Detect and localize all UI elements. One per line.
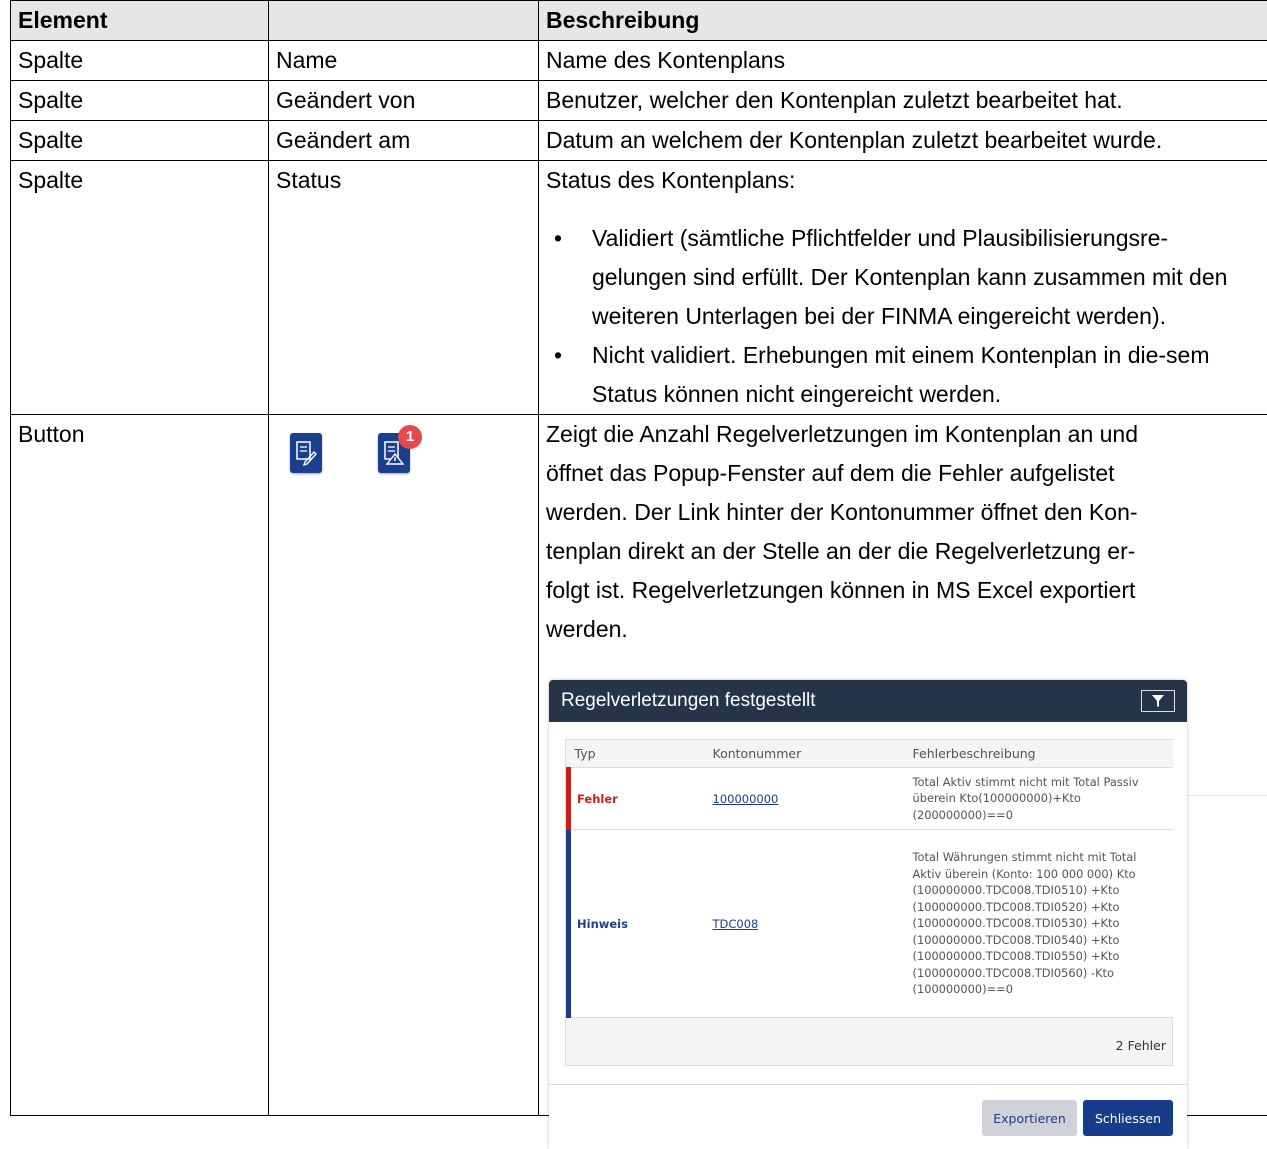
desc-line: (100000000.TDC008.TDI0560) -Kto [912,965,1115,980]
desc-line: (100000000.TDC008.TDI0540) +Kto [912,932,1120,947]
dialog-footer: Exportieren Schliessen [549,1084,1187,1149]
desc-line: (100000000)==0 [912,982,1013,997]
desc-line: tenplan direkt an der Stelle an der die … [546,538,1136,564]
report-warning-icon[interactable]: 1 [378,425,422,473]
row-name: Name [268,40,539,81]
close-button[interactable]: Schliessen [1083,1100,1173,1136]
violation-account: TDC008 [706,829,907,1018]
status-intro: Status des Kontenplans: [546,167,796,193]
desc-line: werden. Der Link hinter der Kontonummer … [546,499,1138,525]
violation-type: Fehler [566,767,707,830]
desc-line: (100000000.TDC008.TDI0520) +Kto [912,899,1120,914]
header-name [268,0,539,41]
violation-description: Total Aktiv stimmt nicht mit Total Passi… [906,767,1173,830]
row-description: Benutzer, welcher den Kontenplan zuletzt… [538,80,1267,121]
table-row: Spalte Geändert am Datum an welchem der … [10,120,1267,161]
col-kontonummer: Kontonummer [706,740,907,768]
col-fehlerbeschreibung: Fehlerbeschreibung [906,740,1173,768]
dialog-header: Regelverletzungen festgestellt [549,680,1187,722]
col-typ: Typ [568,740,707,768]
desc-line: folgt ist. Regelverletzungen können in M… [546,577,1136,603]
header-element: Element [10,0,269,41]
table-row: Spalte Status Status des Kontenplans: Va… [10,160,1267,415]
row-description: Status des Kontenplans: Validiert (sämtl… [538,160,1267,415]
desc-line: Total Aktiv stimmt nicht mit Total Passi… [912,774,1139,789]
dialog-title: Regelverletzungen festgestellt [561,690,816,711]
row-description: Name des Kontenplans [538,40,1267,81]
account-link[interactable]: 100000000 [713,792,779,806]
desc-line: (200000000)==0 [912,807,1013,822]
header-beschreibung: Beschreibung [538,0,1267,41]
error-count: 2 Fehler [1115,1038,1166,1053]
desc-line: Zeigt die Anzahl Regelverletzungen im Ko… [546,421,1139,447]
desc-line: (100000000.TDC008.TDI0510) +Kto [912,883,1120,898]
background-divider [1187,795,1267,796]
account-link[interactable]: TDC008 [713,917,759,931]
desc-line: werden. [546,616,628,642]
desc-line: Aktiv überein (Konto: 100 000 000) Kto [912,866,1136,881]
status-bullet-nicht-validiert: Nicht validiert. Erhebungen mit einem Ko… [554,336,1260,414]
desc-line: öffnet das Popup-Fenster auf dem die Feh… [546,460,1115,486]
button-description: Zeigt die Anzahl Regelverletzungen im Ko… [546,415,1260,649]
desc-line: Total Währungen stimmt nicht mit Total [912,850,1137,865]
violations-table: Typ Kontonummer Fehlerbeschreibung Fehle… [566,740,1173,1018]
violations-panel: Typ Kontonummer Fehlerbeschreibung Fehle… [565,739,1173,1066]
violation-description: Total Währungen stimmt nicht mit Total A… [906,829,1173,1018]
filter-icon [1152,695,1164,707]
table-row: Spalte Name Name des Kontenplans [10,40,1267,81]
row-element: Button [10,414,269,1116]
report-edit-icon[interactable] [290,433,322,473]
row-name: Geändert von [268,80,539,121]
table-header-row: Element Beschreibung [10,0,1267,41]
table-row: Fehler 100000000 Total Aktiv stimmt nich… [566,767,1173,830]
row-description: Datum an welchem der Kontenplan zuletzt … [538,120,1267,161]
status-bullet-validiert: Validiert (sämtliche Pflichtfelder und P… [554,219,1260,336]
violations-header-row: Typ Kontonummer Fehlerbeschreibung [568,740,1173,768]
icon-group: 1 [290,425,531,473]
table-row: Spalte Geändert von Benutzer, welcher de… [10,80,1267,121]
row-icons: 1 [268,414,539,1116]
filter-button[interactable] [1141,690,1175,712]
export-button[interactable]: Exportieren [982,1100,1077,1136]
error-count-badge: 1 [398,425,422,449]
table-row: Hinweis TDC008 Total Währungen stimmt ni… [566,829,1173,1018]
row-name: Geändert am [268,120,539,161]
desc-line: (100000000.TDC008.TDI0550) +Kto [912,949,1120,964]
row-name: Status [268,160,539,415]
violation-type: Hinweis [566,829,707,1018]
desc-line: (100000000.TDC008.TDI0530) +Kto [912,916,1120,931]
row-element: Spalte [10,120,269,161]
desc-line: überein Kto(100000000)+Kto [912,791,1081,806]
row-element: Spalte [10,80,269,121]
row-element: Spalte [10,160,269,415]
row-element: Spalte [10,40,269,81]
rule-violations-dialog: Regelverletzungen festgestellt Typ Konto… [549,680,1187,1149]
violation-account: 100000000 [706,767,907,830]
status-list: Validiert (sämtliche Pflichtfelder und P… [546,219,1260,414]
